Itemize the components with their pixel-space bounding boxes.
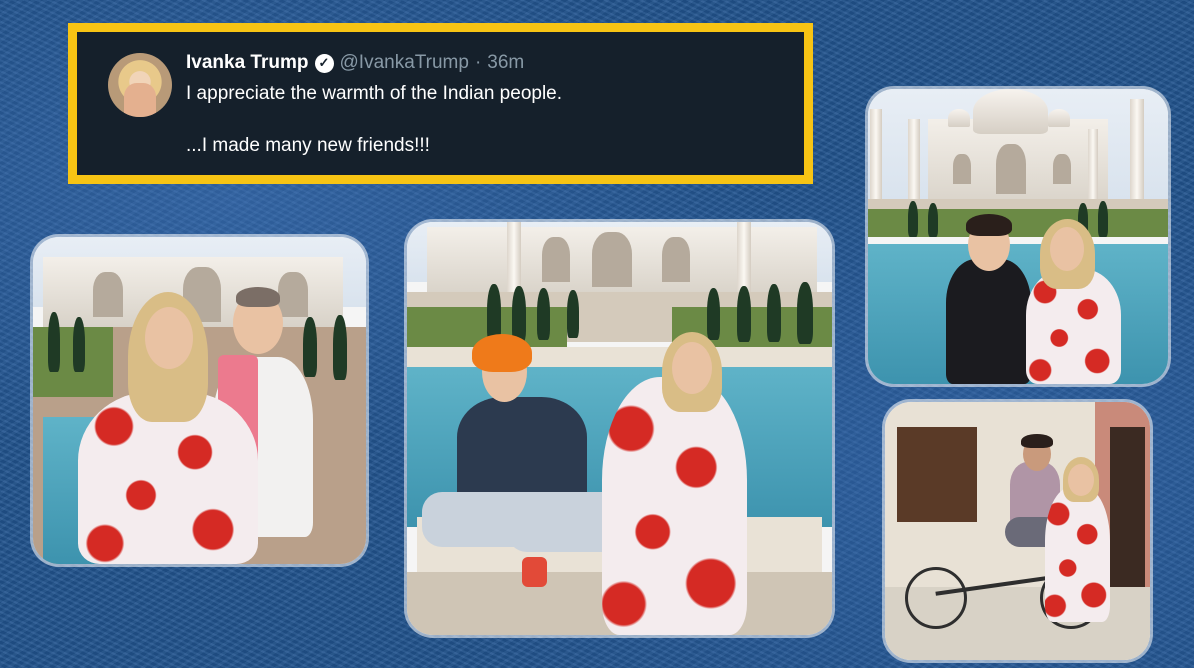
profile-avatar[interactable] <box>108 53 172 117</box>
photo-taj-mahal-left <box>33 237 366 564</box>
tweet-frame: Ivanka Trump ✓ @IvankaTrump · 36m I appr… <box>68 23 813 184</box>
tweet-text-line-2: ...I made many new friends!!! <box>186 135 430 156</box>
tweet-card: Ivanka Trump ✓ @IvankaTrump · 36m I appr… <box>77 32 804 175</box>
verified-badge-icon: ✓ <box>314 53 334 73</box>
photo-bicycle-bottom-right <box>885 402 1150 660</box>
photo-taj-mahal-top-right <box>868 89 1168 384</box>
separator-dot: · <box>474 52 482 73</box>
tweet-timestamp[interactable]: 36m <box>487 52 524 74</box>
tweet-text-line-1: I appreciate the warmth of the Indian pe… <box>186 83 563 104</box>
photo-taj-mahal-center <box>407 222 832 635</box>
account-name[interactable]: Ivanka Trump <box>186 52 309 74</box>
account-handle[interactable]: @IvankaTrump <box>340 52 469 74</box>
tweet-header: Ivanka Trump ✓ @IvankaTrump · 36m <box>186 52 524 74</box>
